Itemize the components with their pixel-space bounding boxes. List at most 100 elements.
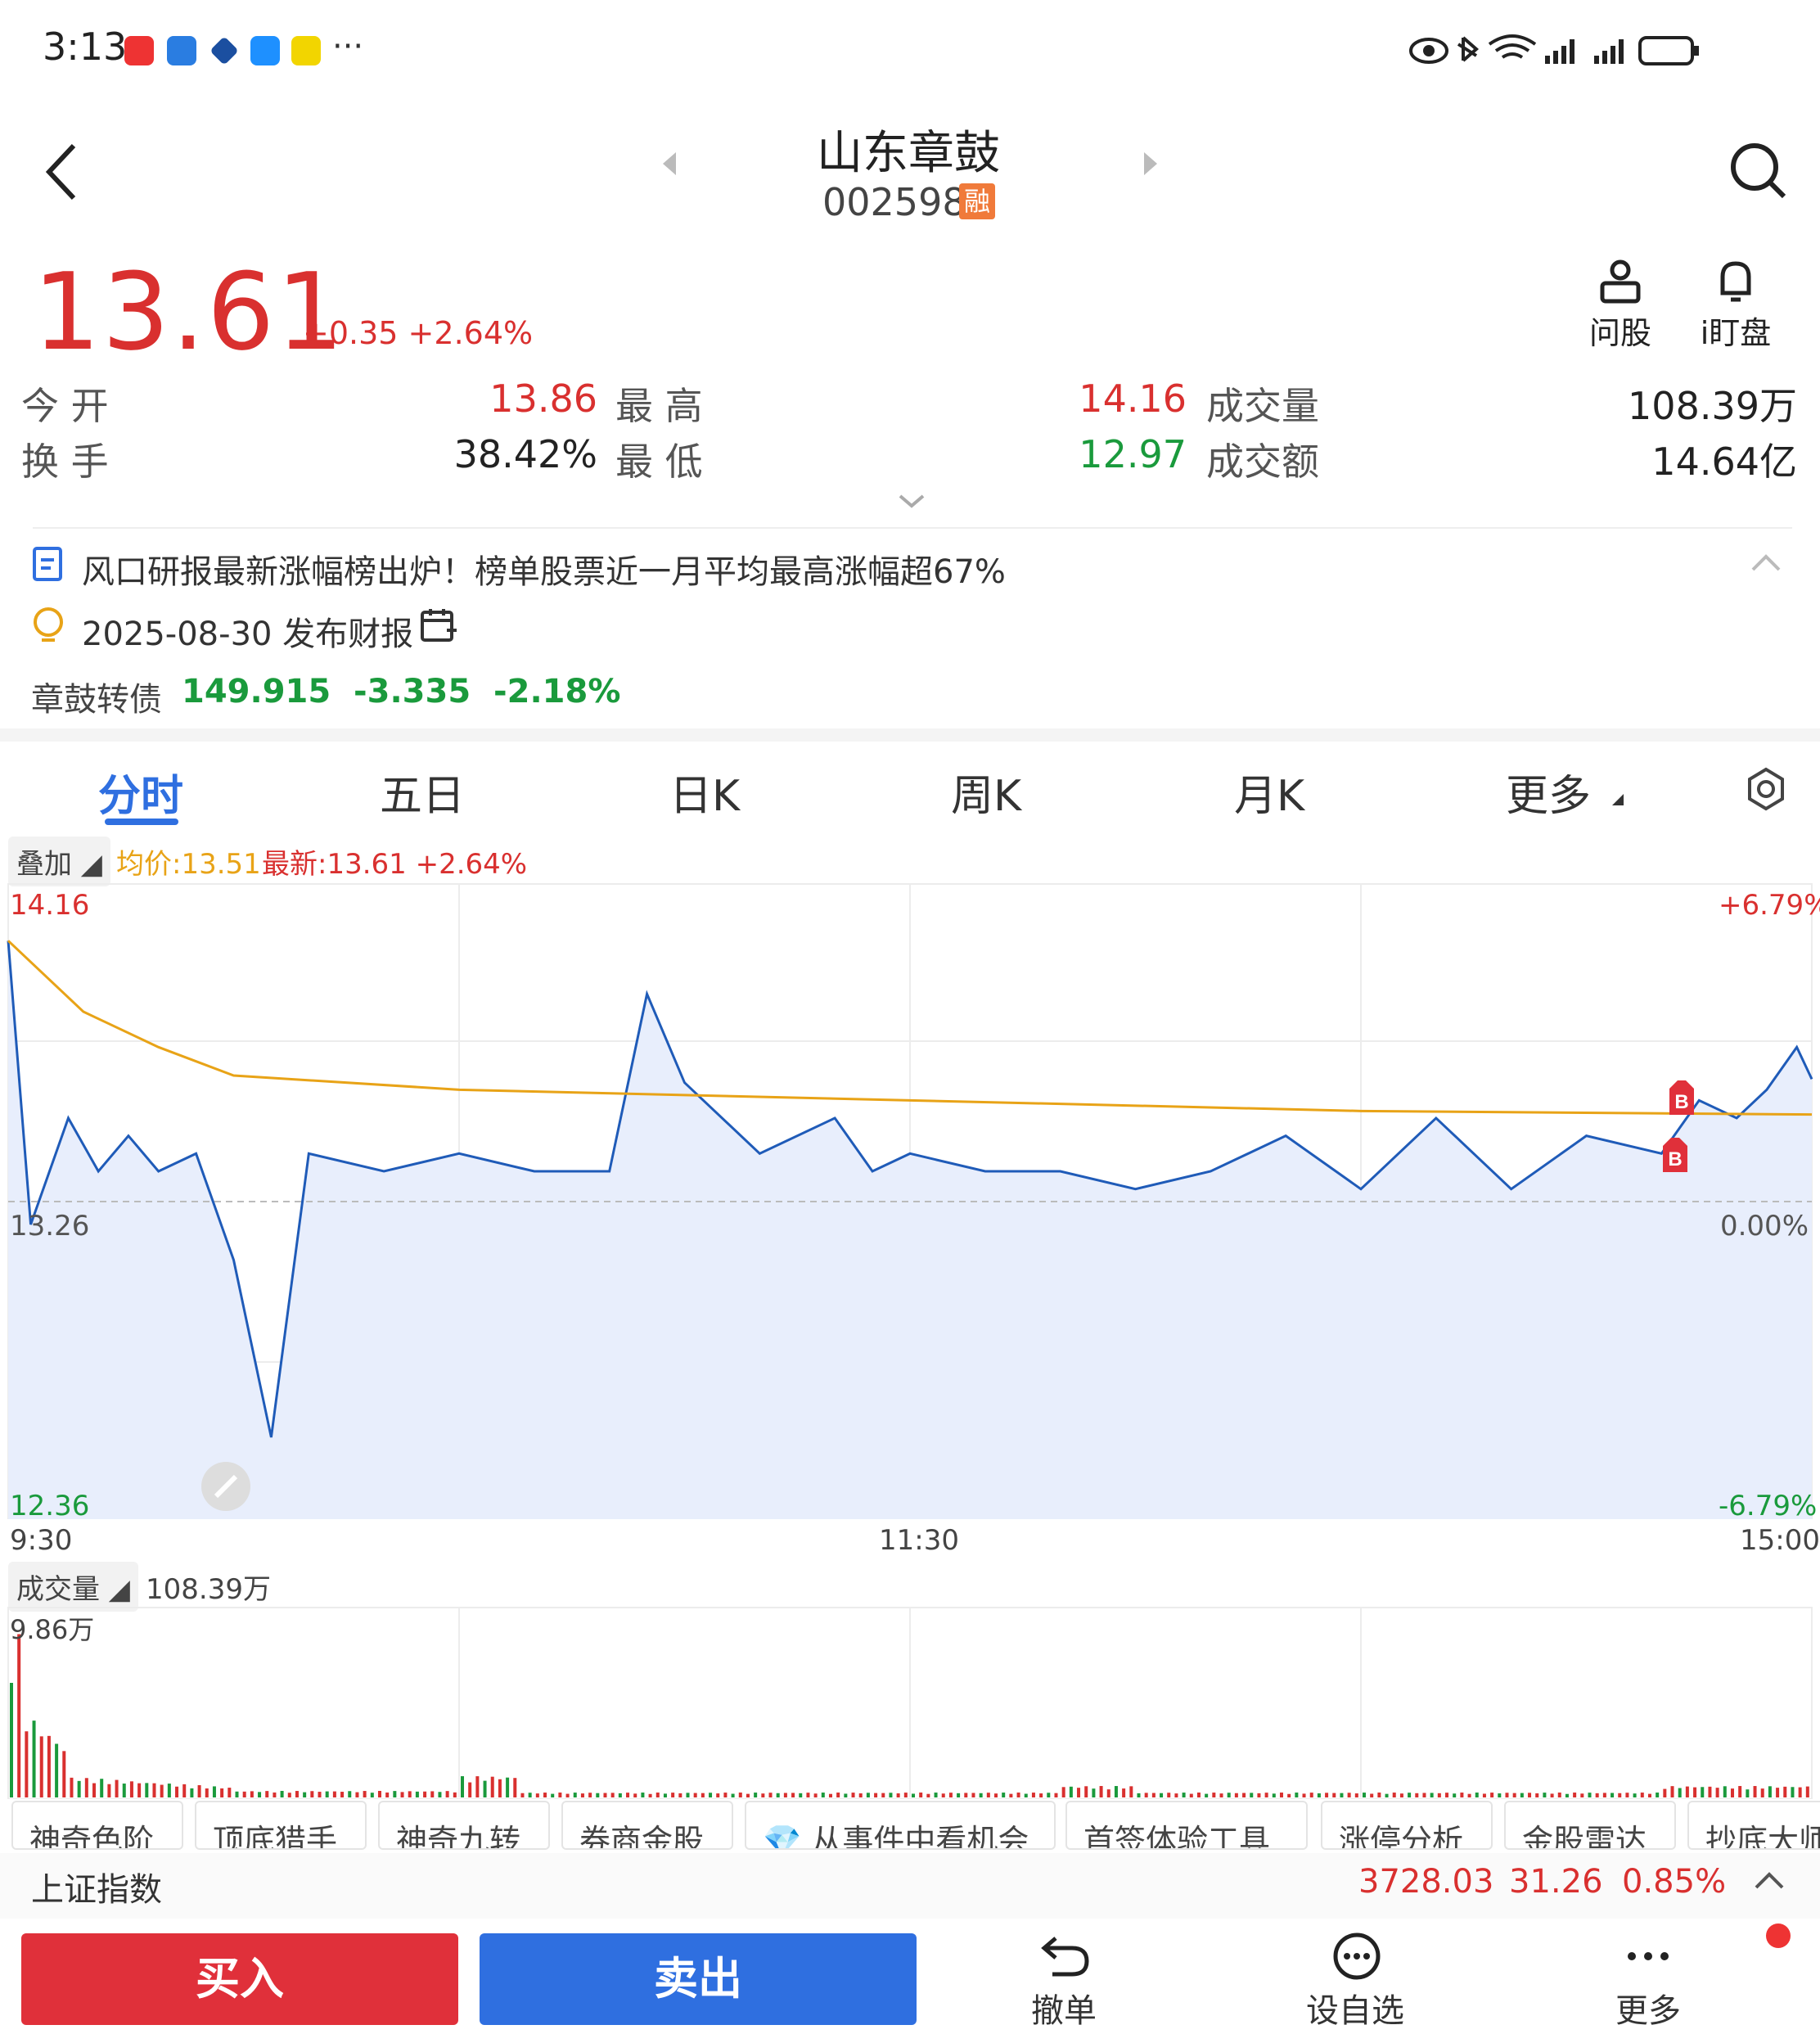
volume-bar [1482,1793,1486,1797]
volume-bar [1031,1793,1035,1797]
buy-button[interactable]: 买入 [21,1933,458,2025]
expand-index-icon[interactable] [1751,1868,1787,1892]
volume-bar [1385,1793,1389,1797]
cancel-order-button[interactable]: 撤单 [1007,1932,1121,2032]
volume-bar [1573,1793,1577,1797]
ask-stock-label: 问股 [1588,315,1651,351]
pct-axis-max: +6.79% [1719,889,1820,922]
volume-bar [543,1793,547,1797]
cancel-order-label: 撤单 [1031,1992,1097,2030]
bond-name[interactable]: 章鼓转债 [31,673,162,720]
volume-bar [400,1792,404,1797]
add-watchlist-button[interactable]: 设自选 [1298,1932,1412,2032]
volume-bar [799,1793,803,1797]
tool-chip[interactable]: 券商金股 [561,1801,733,1850]
volume-bar [332,1791,336,1797]
tool-chip[interactable]: 涨停分析 [1321,1801,1493,1850]
volume-bar [1753,1786,1757,1797]
x-axis-mid: 11:30 [879,1524,959,1557]
volume-bar [573,1793,577,1797]
wifi-icon [1488,34,1537,59]
volume-total: 108.39万 [146,1573,271,1606]
intraday-chart[interactable]: B B [0,881,1820,1519]
tab-more[interactable]: 更多 [1506,761,1591,823]
tool-chip[interactable]: 首签体验工具 [1065,1801,1308,1850]
volume-bar [107,1784,111,1797]
volume-bar [1024,1793,1028,1797]
sell-button[interactable]: 卖出 [480,1933,917,2025]
volume-bar [363,1791,367,1797]
y-axis-max: 14.16 [10,889,90,922]
volume-bar [1227,1793,1231,1797]
volume-bar [806,1793,810,1797]
more-menu-button[interactable]: 更多 [1591,1932,1705,2032]
volume-bar [1647,1793,1651,1797]
volume-bar [1602,1793,1606,1797]
tab-intraday[interactable]: 分时 [98,761,183,823]
volume-bar [1332,1793,1336,1797]
volume-bar [1723,1786,1727,1797]
tool-chip[interactable]: 神奇色阶 [11,1801,183,1850]
volume-bar [235,1791,239,1797]
volume-bar [1287,1793,1291,1797]
volume-bar [919,1793,923,1797]
volume-bar [986,1793,990,1797]
volume-bar [287,1793,291,1797]
person-icon [1600,259,1641,304]
volume-bar [137,1783,142,1797]
volume-bar [506,1777,510,1797]
volume-bar [1498,1793,1502,1797]
expand-stats-icon[interactable] [895,491,928,511]
overlay-dropdown[interactable]: 叠加 ◢ [8,837,110,886]
volume-bar [122,1784,126,1797]
volume-bar [686,1793,690,1797]
volume-bar [1445,1793,1449,1797]
overlay-label: 叠加 [16,848,72,881]
volume-bar [1137,1793,1141,1797]
tool-chip[interactable]: 金股雷达 [1504,1801,1676,1850]
tab-daily-k[interactable]: 日K [669,761,740,823]
volume-bar [1730,1788,1734,1797]
volume-bar [430,1791,435,1797]
volume-bar [1415,1793,1419,1797]
back-icon[interactable] [41,139,82,205]
tab-weekly-k[interactable]: 周K [951,761,1021,823]
volume-bar [1512,1793,1516,1797]
volume-bar [513,1778,517,1797]
volume-bar [1783,1786,1787,1797]
volume-bar [626,1793,630,1797]
turnover-label: 换 手 [21,440,109,484]
tab-five-day[interactable]: 五日 [380,761,465,823]
volume-bar [610,1793,615,1797]
avg-price: 均价:13.51 [116,848,261,881]
collapse-news-icon[interactable] [1748,550,1784,575]
volume-bar [858,1793,863,1797]
volume-dropdown[interactable]: 成交量 ◢ [8,1562,138,1612]
search-icon[interactable] [1727,139,1792,205]
volume-bar [1189,1793,1193,1797]
volume-bar [1543,1793,1547,1797]
volume-bar [851,1793,855,1797]
volume-bar [47,1735,51,1797]
volume-chart [7,1607,1813,1799]
divider [33,527,1792,529]
next-stock-icon[interactable] [1144,152,1157,175]
watch-button[interactable]: i盯盘 [1699,259,1773,353]
volume-bar [1257,1793,1261,1797]
tab-monthly-k[interactable]: 月K [1234,761,1304,823]
news-headline[interactable]: 风口研报最新涨幅榜出炉！榜单股票近一月平均最高涨幅超67% [82,545,1006,593]
volume-bar [926,1793,930,1797]
ask-stock-button[interactable]: 问股 [1588,259,1653,353]
volume-bar [325,1791,329,1797]
turnover-value: 38.42% [453,432,597,476]
calendar-add-icon[interactable] [419,606,458,645]
volume-bar [618,1793,622,1797]
settings-icon[interactable] [1743,766,1789,812]
change-value: +0.35 [303,315,399,351]
tool-chip[interactable]: 神奇九转 [378,1801,550,1850]
prev-stock-icon[interactable] [663,152,676,175]
tool-chip[interactable]: 抄底大师 [1687,1801,1820,1850]
tool-chip[interactable]: 💎 从事件中看机会 [745,1801,1056,1850]
tool-chip[interactable]: 顶底猎手 [195,1801,367,1850]
volume-bar [1693,1787,1697,1797]
